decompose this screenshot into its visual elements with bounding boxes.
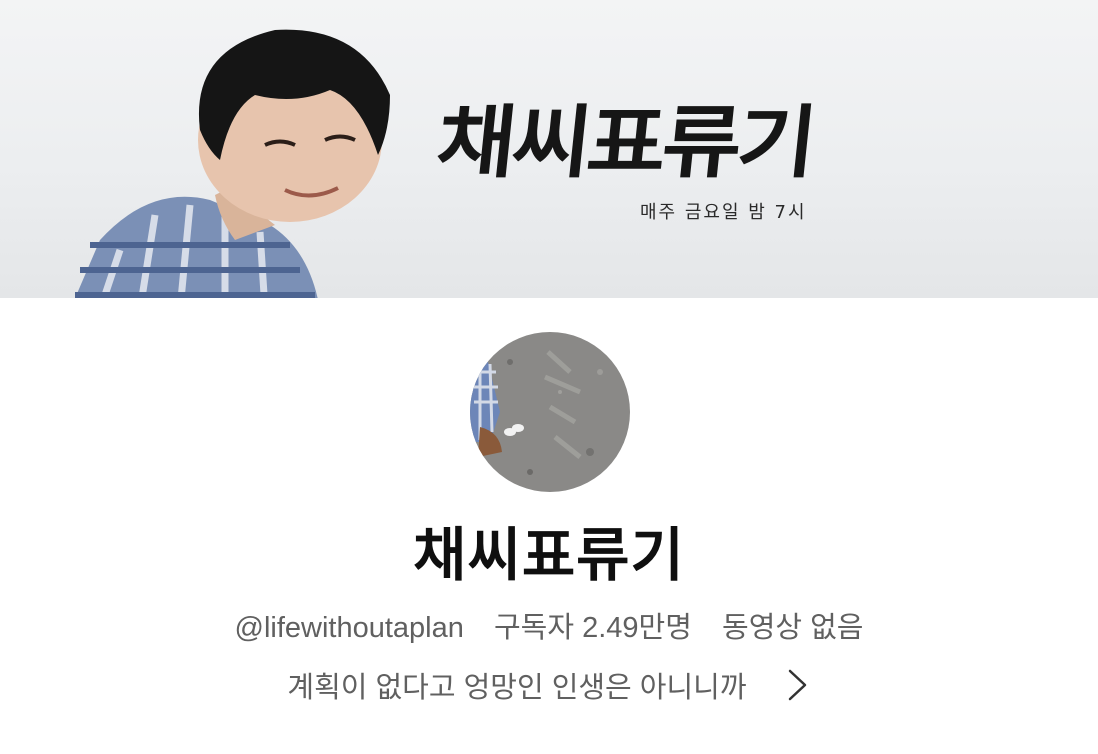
banner-title: 채씨표류기 [432,96,818,190]
avatar-image [470,332,630,492]
channel-description: 계획이 없다고 엉망인 인생은 아니니까 [287,672,747,704]
video-count: 동영상 없음 [722,612,864,644]
channel-meta: @lifewithoutaplan 구독자 2.49만명 동영상 없음 [0,604,1098,646]
channel-page: 채씨표류기 매주 금요일 밤 7시 채씨표류기 @lifewithoutapla… [0,0,1098,754]
channel-name: 채씨표류기 [413,523,685,588]
chevron-right-icon[interactable] [785,665,811,705]
subscriber-count: 구독자 2.49만명 [493,612,692,644]
channel-handle: @lifewithoutaplan [234,612,464,644]
banner-person-photo [75,29,390,298]
banner-subtitle: 매주 금요일 밤 7시 [640,202,807,223]
channel-description-row[interactable]: 계획이 없다고 엉망인 인생은 아니니까 [0,664,1098,706]
channel-avatar[interactable] [470,332,630,492]
channel-banner: 채씨표류기 매주 금요일 밤 7시 [0,0,1098,298]
